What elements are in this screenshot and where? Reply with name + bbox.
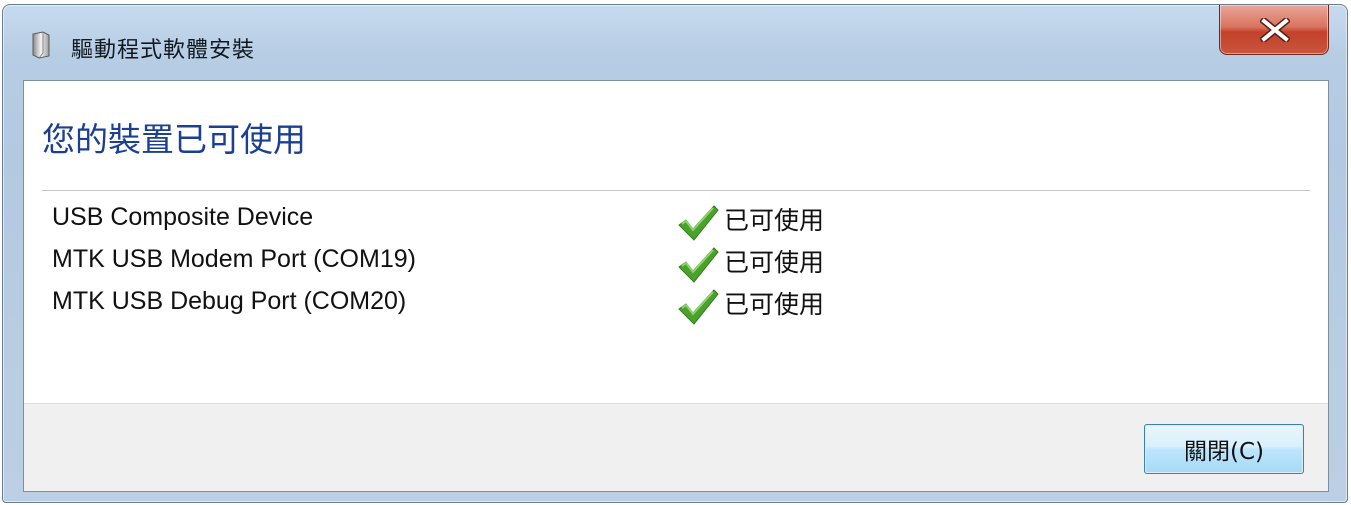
device-driver-icon xyxy=(32,31,50,59)
checkmark-icon xyxy=(678,289,719,325)
checkmark-icon xyxy=(678,205,719,241)
device-name: MTK USB Debug Port (COM20) xyxy=(52,287,407,315)
device-row: USB Composite Device 已可使用 xyxy=(52,203,1252,243)
title-bar[interactable]: 驅動程式軟體安裝 xyxy=(3,5,1347,79)
window-title: 驅動程式軟體安裝 xyxy=(71,38,256,63)
close-icon xyxy=(1260,18,1290,42)
device-name: MTK USB Modem Port (COM19) xyxy=(52,245,416,273)
button-bar: 關閉(C) xyxy=(24,403,1328,491)
status-label: 已可使用 xyxy=(724,290,825,319)
driver-install-window: 驅動程式軟體安裝 您的裝置已可使用 USB Composite Device 已… xyxy=(2,4,1348,503)
status-label: 已可使用 xyxy=(724,206,825,235)
device-row: MTK USB Debug Port (COM20) 已可使用 xyxy=(52,287,1252,327)
close-button[interactable]: 關閉(C) xyxy=(1144,424,1304,474)
status-label: 已可使用 xyxy=(724,248,825,277)
device-row: MTK USB Modem Port (COM19) 已可使用 xyxy=(52,245,1252,285)
window-close-button[interactable] xyxy=(1219,5,1329,55)
dialog-client-area: 您的裝置已可使用 USB Composite Device 已可使用 MTK U… xyxy=(23,80,1329,492)
divider xyxy=(42,190,1310,191)
page-heading: 您的裝置已可使用 xyxy=(42,120,306,159)
checkmark-icon xyxy=(678,247,719,283)
device-name: USB Composite Device xyxy=(52,203,314,231)
content-panel: 您的裝置已可使用 USB Composite Device 已可使用 MTK U… xyxy=(24,81,1328,403)
